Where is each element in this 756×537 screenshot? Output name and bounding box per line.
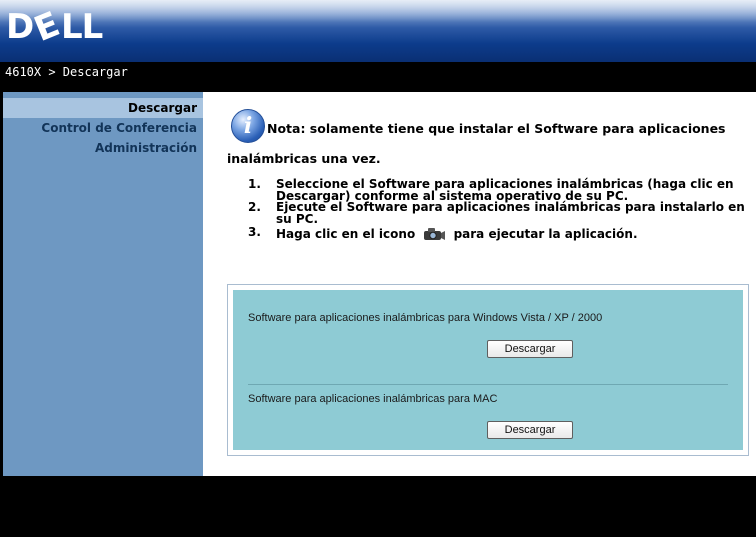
download-mac-button[interactable]: Descargar bbox=[487, 421, 573, 439]
svg-text:E: E bbox=[29, 8, 65, 44]
note-line-2: inalámbricas una vez. bbox=[227, 151, 381, 166]
step-2: 2. Ejecute el Software para aplicaciones… bbox=[248, 200, 748, 226]
download-panel: Software para aplicaciones inalámbricas … bbox=[227, 284, 749, 456]
download-windows-button[interactable]: Descargar bbox=[487, 340, 573, 358]
download-divider bbox=[248, 384, 728, 385]
step-3: 3. Haga clic en el icono para ejecutar l… bbox=[248, 225, 748, 242]
footer-area bbox=[0, 476, 756, 537]
projector-camera-icon bbox=[422, 227, 446, 242]
sidebar-nav: Descargar Control de Conferencia Adminis… bbox=[3, 92, 203, 476]
dell-logo-e: E bbox=[29, 5, 65, 50]
step-text: Seleccione el Software para aplicaciones… bbox=[276, 177, 734, 203]
breadcrumb-text: 4610X > Descargar bbox=[5, 65, 128, 79]
download-label-windows: Software para aplicaciones inalámbricas … bbox=[248, 312, 603, 324]
info-icon: i bbox=[231, 109, 265, 143]
step-1: 1. Seleccione el Software para aplicacio… bbox=[248, 177, 748, 203]
step-number: 2. bbox=[248, 200, 261, 214]
step-text: Haga clic en el icono para ejecutar la a… bbox=[276, 227, 748, 242]
step-text-before: Haga clic en el icono bbox=[276, 227, 416, 241]
download-label-mac: Software para aplicaciones inalámbricas … bbox=[248, 393, 498, 405]
main-content: i Nota: solamente tiene que instalar el … bbox=[203, 92, 756, 476]
step-text: Ejecute el Software para aplicaciones in… bbox=[276, 200, 745, 226]
download-panel-inner: Software para aplicaciones inalámbricas … bbox=[233, 290, 743, 450]
note-line-1: Nota: solamente tiene que instalar el So… bbox=[267, 121, 726, 136]
dell-logo: D E LL bbox=[6, 5, 116, 50]
step-text-after: para ejecutar la aplicación. bbox=[453, 227, 638, 241]
step-number: 1. bbox=[248, 177, 261, 191]
sidebar-item-control-de-conferencia[interactable]: Control de Conferencia bbox=[3, 118, 203, 138]
instruction-steps: 1. Seleccione el Software para aplicacio… bbox=[248, 177, 748, 242]
breadcrumb: 4610X > Descargar bbox=[0, 62, 756, 83]
dell-logo-ll: LL bbox=[61, 8, 103, 44]
sidebar-item-descargar[interactable]: Descargar bbox=[3, 98, 203, 118]
sidebar-item-administracion[interactable]: Administración bbox=[3, 138, 203, 158]
step-number: 3. bbox=[248, 225, 261, 239]
dell-logo-icon: D E LL bbox=[6, 5, 104, 50]
header-banner: D E LL bbox=[0, 0, 756, 62]
